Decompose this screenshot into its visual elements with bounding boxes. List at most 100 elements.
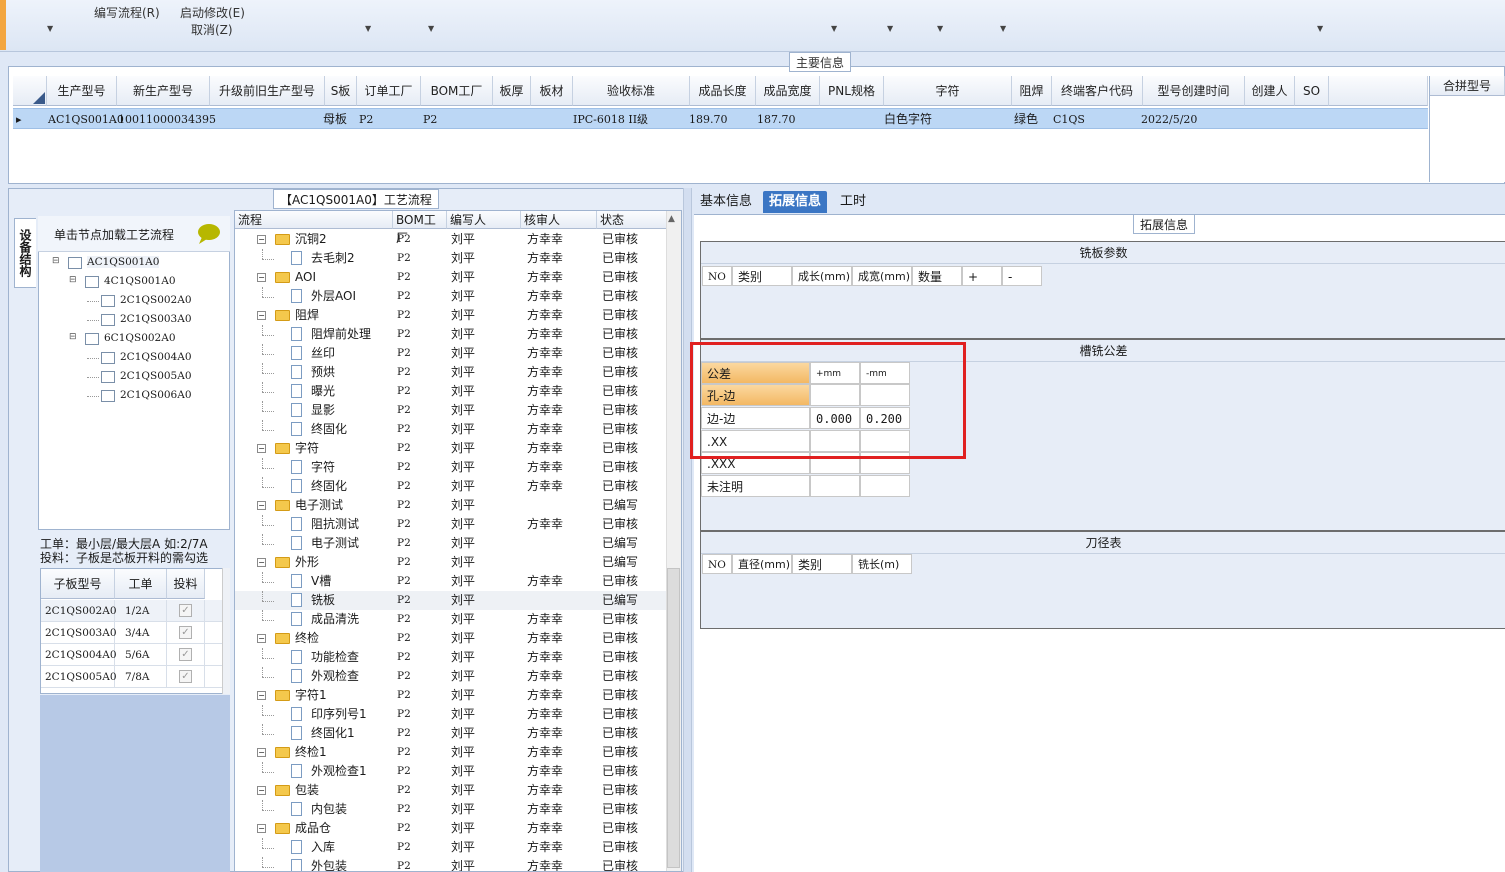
col-header[interactable]: NO bbox=[702, 266, 732, 286]
process-row[interactable]: 入库 P2 刘平 方幸幸 已审核 bbox=[235, 838, 667, 857]
process-row[interactable]: − AOI P2 刘平 方幸幸 已审核 bbox=[235, 268, 667, 287]
node-checkbox-icon[interactable] bbox=[101, 314, 115, 326]
dropdown-arrow-icon[interactable]: ▼ bbox=[1317, 24, 1323, 33]
col-header[interactable]: 状态 bbox=[597, 211, 667, 229]
process-row[interactable]: 成品清洗 P2 刘平 方幸幸 已审核 bbox=[235, 610, 667, 629]
scroll-up-icon[interactable]: ▲ bbox=[668, 214, 675, 224]
col-header[interactable]: 升级前旧生产型号 bbox=[210, 76, 325, 106]
process-row[interactable]: 曝光 P2 刘平 方幸幸 已审核 bbox=[235, 382, 667, 401]
process-row[interactable]: 显影 P2 刘平 方幸幸 已审核 bbox=[235, 401, 667, 420]
process-row[interactable]: − 电子测试 P2 刘平 已编写 bbox=[235, 496, 667, 515]
process-row[interactable]: − 沉铜2 P2 刘平 方幸幸 已审核 bbox=[235, 230, 667, 249]
col-header[interactable]: 子板型号 bbox=[41, 569, 115, 599]
col-header[interactable]: BOM工厂 bbox=[421, 76, 493, 106]
col-header[interactable]: 直径(mm) bbox=[732, 554, 792, 574]
tolerance-input[interactable] bbox=[860, 475, 910, 498]
process-row[interactable]: 终固化1 P2 刘平 方幸幸 已审核 bbox=[235, 724, 667, 743]
process-row[interactable]: 阻抗测试 P2 刘平 方幸幸 已审核 bbox=[235, 515, 667, 534]
node-checkbox-icon[interactable] bbox=[101, 295, 115, 307]
col-header[interactable]: BOM工厂 bbox=[393, 211, 447, 245]
grid-corner[interactable] bbox=[13, 76, 47, 106]
process-row[interactable]: 铣板 P2 刘平 已编写 bbox=[235, 591, 667, 610]
node-checkbox-icon[interactable] bbox=[101, 352, 115, 364]
dropdown-arrow-icon[interactable]: ▼ bbox=[47, 24, 53, 33]
col-header[interactable]: S板 bbox=[325, 76, 357, 106]
col-header[interactable]: 投料 bbox=[167, 569, 205, 599]
collapse-icon[interactable]: ⊟ bbox=[69, 332, 77, 342]
process-row[interactable]: − 外形 P2 刘平 已编写 bbox=[235, 553, 667, 572]
col-header[interactable]: 终端客户代码 bbox=[1052, 76, 1143, 106]
process-row[interactable]: 外观检查1 P2 刘平 方幸幸 已审核 bbox=[235, 762, 667, 781]
process-row[interactable]: 外包装 P2 刘平 方幸幸 已审核 bbox=[235, 857, 667, 871]
checkbox[interactable]: ✓ bbox=[179, 670, 192, 683]
checkbox[interactable]: ✓ bbox=[179, 648, 192, 661]
col-header[interactable]: 字符 bbox=[884, 76, 1012, 106]
tree-node-label[interactable]: 2C1QS005A0 bbox=[120, 370, 192, 382]
dropdown-arrow-icon[interactable]: ▼ bbox=[831, 24, 837, 33]
dropdown-arrow-icon[interactable]: ▼ bbox=[365, 24, 371, 33]
col-header[interactable]: 板厚 bbox=[493, 76, 531, 106]
tolerance-input[interactable] bbox=[810, 475, 860, 498]
tree-node-label[interactable]: 4C1QS001A0 bbox=[104, 275, 176, 287]
process-row[interactable]: 终固化 P2 刘平 方幸幸 已审核 bbox=[235, 420, 667, 439]
process-row[interactable]: 预烘 P2 刘平 方幸幸 已审核 bbox=[235, 363, 667, 382]
collapse-icon[interactable]: − bbox=[257, 691, 266, 700]
node-checkbox-icon[interactable] bbox=[68, 257, 82, 269]
process-row[interactable]: 功能检查 P2 刘平 方幸幸 已审核 bbox=[235, 648, 667, 667]
col-header[interactable]: 铣长(m) bbox=[852, 554, 912, 574]
table-row[interactable]: 2C1QS003A0 3/4A ✓ bbox=[41, 622, 229, 644]
col-header[interactable]: 类别 bbox=[792, 554, 852, 574]
process-row[interactable]: − 包装 P2 刘平 方幸幸 已审核 bbox=[235, 781, 667, 800]
process-row[interactable]: 内包装 P2 刘平 方幸幸 已审核 bbox=[235, 800, 667, 819]
col-header[interactable]: 成品长度 bbox=[690, 76, 756, 106]
col-header[interactable]: 型号创建时间 bbox=[1143, 76, 1245, 106]
collapse-icon[interactable]: − bbox=[257, 311, 266, 320]
col-header[interactable]: NO bbox=[702, 554, 732, 574]
collapse-icon[interactable]: − bbox=[257, 748, 266, 757]
merge-model-header[interactable]: 合拼型号 bbox=[1430, 76, 1505, 96]
remove-button[interactable]: - bbox=[1002, 266, 1042, 286]
start-modify-button[interactable]: 启动修改(E) bbox=[180, 4, 245, 21]
tree-node-label[interactable]: 2C1QS006A0 bbox=[120, 389, 192, 401]
process-row[interactable]: 阻焊前处理 P2 刘平 方幸幸 已审核 bbox=[235, 325, 667, 344]
collapse-icon[interactable]: − bbox=[257, 634, 266, 643]
process-row[interactable]: 电子测试 P2 刘平 已编写 bbox=[235, 534, 667, 553]
process-row[interactable]: 终固化 P2 刘平 方幸幸 已审核 bbox=[235, 477, 667, 496]
process-row[interactable]: 去毛刺2 P2 刘平 方幸幸 已审核 bbox=[235, 249, 667, 268]
device-structure-tab[interactable]: 设备结构 bbox=[14, 218, 36, 288]
write-flow-button[interactable]: 编写流程(R) bbox=[94, 4, 160, 21]
tab-extended-info[interactable]: 拓展信息 bbox=[763, 191, 828, 213]
collapse-icon[interactable]: − bbox=[257, 235, 266, 244]
node-checkbox-icon[interactable] bbox=[101, 390, 115, 402]
col-header[interactable]: 工单 bbox=[115, 569, 167, 599]
collapse-icon[interactable]: − bbox=[257, 444, 266, 453]
table-row[interactable]: 2C1QS002A0 1/2A ✓ bbox=[41, 600, 229, 622]
speech-bubble-icon[interactable] bbox=[196, 223, 222, 245]
table-row[interactable]: 2C1QS004A0 5/6A ✓ bbox=[41, 644, 229, 666]
col-header[interactable]: 板材 bbox=[531, 76, 573, 106]
col-header[interactable]: SO bbox=[1295, 76, 1329, 106]
process-row[interactable]: − 终检1 P2 刘平 方幸幸 已审核 bbox=[235, 743, 667, 762]
col-header[interactable]: 类别 bbox=[732, 266, 792, 286]
collapse-icon[interactable]: ⊟ bbox=[52, 256, 60, 266]
dropdown-arrow-icon[interactable]: ▼ bbox=[428, 24, 434, 33]
tree-node-label[interactable]: 2C1QS002A0 bbox=[120, 294, 192, 306]
node-checkbox-icon[interactable] bbox=[85, 333, 99, 345]
cancel-button[interactable]: 取消(Z) bbox=[191, 21, 233, 38]
splitter[interactable] bbox=[683, 188, 692, 872]
process-row[interactable]: 外层AOI P2 刘平 方幸幸 已审核 bbox=[235, 287, 667, 306]
col-header[interactable]: 创建人 bbox=[1245, 76, 1295, 106]
col-header[interactable]: 成长(mm) bbox=[792, 266, 852, 286]
process-row[interactable]: − 终检 P2 刘平 方幸幸 已审核 bbox=[235, 629, 667, 648]
add-button[interactable]: + bbox=[962, 266, 1002, 286]
col-header[interactable]: 编写人 bbox=[447, 211, 521, 229]
collapse-icon[interactable]: − bbox=[257, 558, 266, 567]
col-header[interactable]: 数量 bbox=[912, 266, 962, 286]
col-header[interactable]: 成品宽度 bbox=[756, 76, 820, 106]
process-row[interactable]: 印序列号1 P2 刘平 方幸幸 已审核 bbox=[235, 705, 667, 724]
checkbox[interactable]: ✓ bbox=[179, 604, 192, 617]
col-header[interactable]: 验收标准 bbox=[573, 76, 690, 106]
node-checkbox-icon[interactable] bbox=[85, 276, 99, 288]
tab-work-hours[interactable]: 工时 bbox=[834, 191, 872, 213]
checkbox[interactable]: ✓ bbox=[179, 626, 192, 639]
